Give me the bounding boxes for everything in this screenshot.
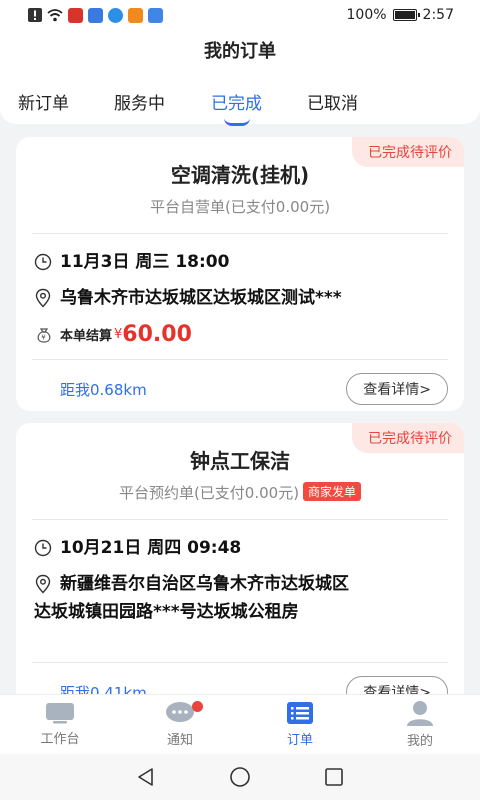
status-badge: 已完成待评价 xyxy=(352,423,464,453)
status-icons xyxy=(28,7,163,23)
home-icon[interactable] xyxy=(229,766,251,788)
nav-item-profile[interactable]: 我的 xyxy=(360,695,480,754)
nav-label: 订单 xyxy=(286,733,313,748)
service-time-row: 11月3日 周三 18:00 xyxy=(16,248,464,276)
order-subtitle: 平台预约单(已支付0.00元) 商家发单 xyxy=(16,482,464,503)
service-time: 10月21日 周四 09:48 xyxy=(60,538,242,558)
price-currency: ¥ xyxy=(114,327,123,342)
recent-apps-icon[interactable] xyxy=(324,767,344,787)
unread-dot xyxy=(192,701,203,712)
nav-item-workbench[interactable]: 工作台 xyxy=(0,695,120,754)
app-notification-icon xyxy=(88,7,103,23)
address-line-1: 新疆维吾尔自治区乌鲁木齐市达坂城区 xyxy=(60,574,349,594)
notification-alert-icon xyxy=(28,8,42,22)
clock-icon xyxy=(34,534,60,562)
divider xyxy=(32,233,448,234)
service-address: 乌鲁木齐市达坂城区达坂城区测试*** xyxy=(60,288,342,308)
nav-label: 通知 xyxy=(166,733,193,748)
bottom-nav: 工作台 通知 订单 我的 xyxy=(0,694,480,754)
active-tab-indicator xyxy=(223,118,250,126)
battery-percent: 100% xyxy=(346,7,387,23)
order-card[interactable]: 已完成待评价 空调清洗(挂机) 平台自营单(已支付0.00元) 11月3日 周三… xyxy=(16,137,464,411)
nav-label: 我的 xyxy=(406,734,433,749)
location-pin-icon xyxy=(34,284,60,312)
back-icon[interactable] xyxy=(136,767,156,787)
tab-completed-label: 已完成 xyxy=(211,94,262,114)
tab-cancelled[interactable]: 已取消 xyxy=(307,89,358,114)
price-value: 60.00 xyxy=(122,322,192,347)
system-nav-bar xyxy=(0,754,480,800)
service-time-row: 10月21日 周四 09:48 xyxy=(16,534,464,562)
order-subtitle-text: 平台预约单(已支付0.00元) xyxy=(118,484,300,502)
clock-icon xyxy=(34,248,60,276)
tab-in-service[interactable]: 服务中 xyxy=(114,89,165,114)
merchant-order-tag: 商家发单 xyxy=(303,482,362,501)
money-bag-icon: ¥ xyxy=(34,326,60,344)
tab-completed[interactable]: 已完成 xyxy=(211,89,262,126)
order-tabs: 新订单 服务中 已完成 已取消 xyxy=(0,74,480,126)
app-notification-icon xyxy=(128,7,143,23)
order-card[interactable]: 已完成待评价 钟点工保洁 平台预约单(已支付0.00元) 商家发单 10月21日 … xyxy=(16,423,464,713)
price-label: 本单结算 xyxy=(60,329,113,344)
order-subtitle: 平台自营单(已支付0.00元) xyxy=(149,198,331,216)
chat-bubble-icon xyxy=(166,702,194,722)
svg-text:¥: ¥ xyxy=(41,333,46,341)
wifi-icon xyxy=(47,9,63,22)
page-title: 我的订单 xyxy=(0,30,480,74)
price-row: ¥ 本单结算 ¥ 60.00 xyxy=(16,322,464,347)
app-notification-icon xyxy=(148,7,163,23)
status-bar: 100% 2:57 xyxy=(0,0,480,30)
tab-new-orders[interactable]: 新订单 xyxy=(18,89,69,114)
person-icon xyxy=(407,701,433,726)
service-address: 新疆维吾尔自治区乌鲁木齐市达坂城区 达坂城镇田园路***号达坂城公租房 xyxy=(34,570,349,626)
service-time: 11月3日 周三 18:00 xyxy=(60,252,230,272)
location-pin-icon xyxy=(34,570,60,598)
address-row: 新疆维吾尔自治区乌鲁木齐市达坂城区 达坂城镇田园路***号达坂城公租房 xyxy=(16,570,464,626)
card-footer: 距我0.68km 查看详情> xyxy=(16,360,464,411)
address-row: 乌鲁木齐市达坂城区达坂城区测试*** xyxy=(16,284,464,312)
status-badge: 已完成待评价 xyxy=(352,137,464,167)
battery-icon xyxy=(392,9,420,21)
clock-time: 2:57 xyxy=(422,7,454,23)
nav-item-orders[interactable]: 订单 xyxy=(240,695,360,754)
workbench-icon xyxy=(46,703,74,724)
address-line-2: 达坂城镇田园路***号达坂城公租房 xyxy=(34,602,299,622)
nav-label: 工作台 xyxy=(40,732,80,747)
app-notification-icon xyxy=(68,7,83,23)
order-list-icon xyxy=(287,702,313,724)
divider xyxy=(32,519,448,520)
nav-item-notifications[interactable]: 通知 xyxy=(120,695,240,754)
distance-text: 距我0.68km xyxy=(60,380,147,399)
view-details-button[interactable]: 查看详情> xyxy=(346,373,448,405)
app-notification-icon xyxy=(108,7,123,23)
